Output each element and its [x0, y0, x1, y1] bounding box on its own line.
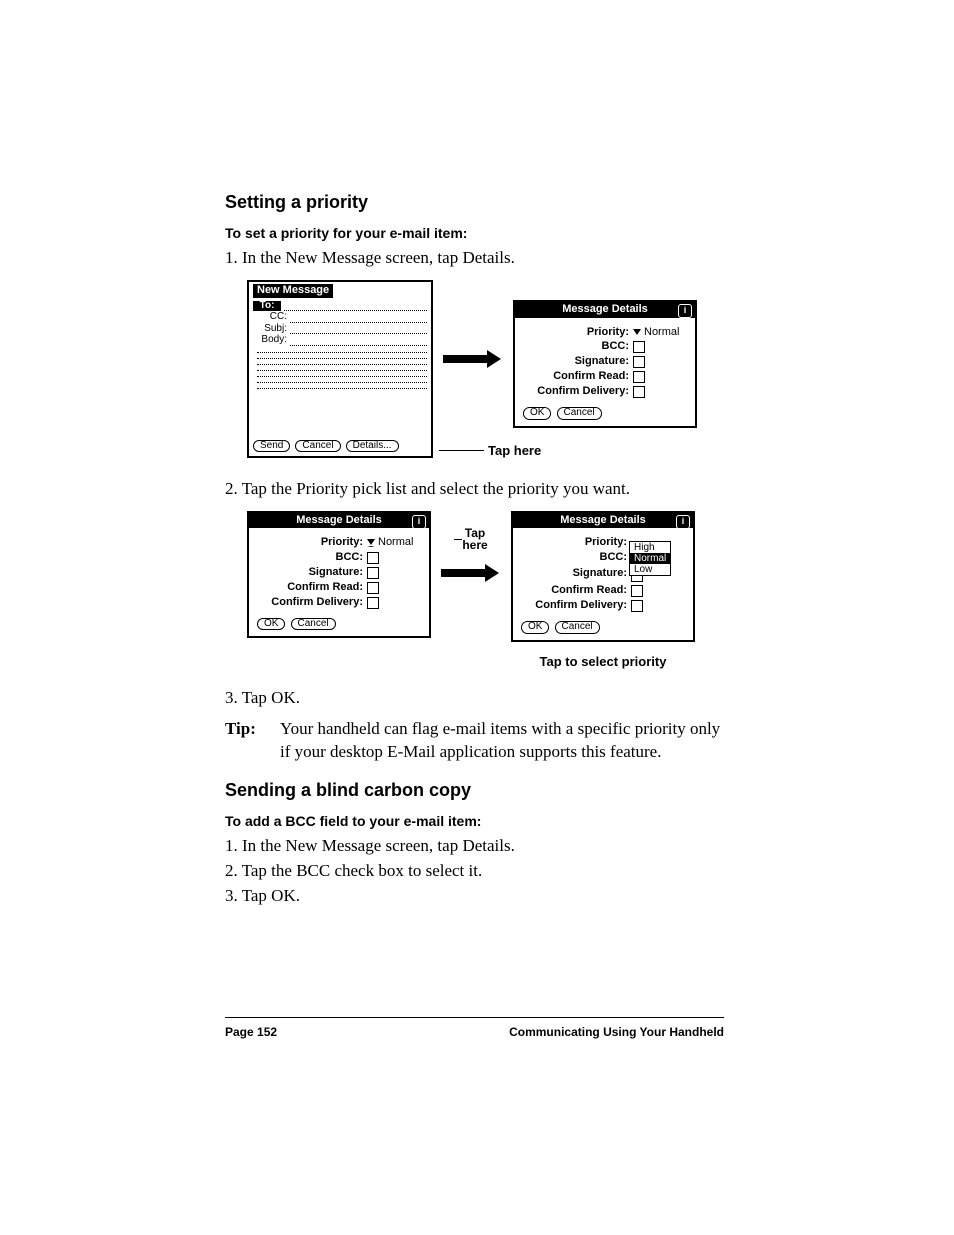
subhead-bcc: To add a BCC field to your e-mail item:: [225, 812, 724, 831]
checkbox-confirm-delivery[interactable]: [367, 597, 379, 609]
chapter-title: Communicating Using Your Handheld: [509, 1024, 724, 1040]
cancel-button-dialog[interactable]: Cancel: [557, 407, 602, 420]
priority-dropdown-open[interactable]: High Normal Low: [629, 541, 671, 576]
checkbox-signature[interactable]: [367, 567, 379, 579]
ok-button[interactable]: OK: [523, 407, 551, 420]
checkbox-confirm-delivery[interactable]: [633, 386, 645, 398]
field-label-subj: Subj:: [253, 324, 290, 335]
checkbox-signature[interactable]: [633, 356, 645, 368]
field-label-body: Body:: [253, 335, 290, 346]
checkbox-bcc[interactable]: [633, 341, 645, 353]
ok-button[interactable]: OK: [257, 618, 285, 631]
callout-tap-select: Tap to select priority: [540, 654, 667, 669]
page-number: Page 152: [225, 1024, 277, 1040]
send-button[interactable]: Send: [253, 440, 290, 453]
dropdown-icon[interactable]: [633, 329, 641, 335]
dialog-message-details-1: Message Details i Priority: Normal BCC: S…: [513, 300, 697, 428]
info-icon[interactable]: i: [678, 304, 692, 318]
screen-new-message: New Message To: CC: Subj: Body: Send Can…: [247, 280, 433, 458]
ok-button[interactable]: OK: [521, 621, 549, 634]
field-label-cc: CC:: [253, 312, 290, 323]
label-priority: Priority:: [523, 327, 633, 339]
step-2-1: 1. In the New Message screen, tap Detail…: [225, 835, 724, 858]
callout-tap-here: Tap here: [488, 442, 541, 460]
cancel-button[interactable]: Cancel: [295, 440, 340, 453]
option-high[interactable]: High: [630, 542, 670, 553]
dialog-message-details-2: Message Detailsi Priority:Normal BCC: Si…: [247, 511, 431, 639]
checkbox-confirm-read[interactable]: [367, 582, 379, 594]
heading-bcc: Sending a blind carbon copy: [225, 778, 724, 802]
checkbox-bcc[interactable]: [367, 552, 379, 564]
page: Setting a priority To set a priority for…: [0, 0, 954, 1235]
figure-1: New Message To: CC: Subj: Body: Send Can…: [247, 280, 724, 458]
heading-setting-priority: Setting a priority: [225, 190, 724, 214]
details-button[interactable]: Details...: [346, 440, 399, 453]
arrow-icon: [443, 352, 503, 366]
input-body[interactable]: [290, 336, 427, 346]
dropdown-icon[interactable]: [367, 539, 375, 547]
step-1-3: 3. Tap OK.: [225, 687, 724, 710]
label-signature: Signature:: [523, 356, 633, 368]
input-to[interactable]: [284, 301, 427, 311]
subhead-set-priority: To set a priority for your e-mail item:: [225, 224, 724, 243]
checkbox-confirm-delivery[interactable]: [631, 600, 643, 612]
label-confirm-delivery: Confirm Delivery:: [523, 386, 633, 398]
tip-label: Tip:: [225, 718, 280, 764]
callout-tap-here-2: Taphere: [462, 527, 487, 552]
input-cc[interactable]: [290, 313, 427, 323]
step-2-3: 3. Tap OK.: [225, 885, 724, 908]
checkbox-confirm-read[interactable]: [631, 585, 643, 597]
priority-value[interactable]: Normal: [644, 327, 679, 339]
field-label-to: To:: [253, 301, 281, 312]
figure-2: Message Detailsi Priority:Normal BCC: Si…: [247, 511, 724, 673]
option-low[interactable]: Low: [630, 564, 670, 575]
cancel-button-dialog[interactable]: Cancel: [291, 618, 336, 631]
checkbox-confirm-read[interactable]: [633, 371, 645, 383]
cancel-button-dialog[interactable]: Cancel: [555, 621, 600, 634]
footer: Page 152 Communicating Using Your Handhe…: [225, 1017, 724, 1040]
info-icon[interactable]: i: [676, 515, 690, 529]
step-1-1: 1. In the New Message screen, tap Detail…: [225, 247, 724, 270]
info-icon[interactable]: i: [412, 515, 426, 529]
tip: Tip: Your handheld can flag e-mail items…: [225, 718, 724, 764]
dialog-message-details-3: Message Detailsi Priority: High Normal L…: [511, 511, 695, 642]
new-message-title: New Message: [253, 284, 333, 298]
label-bcc: BCC:: [523, 341, 633, 353]
option-normal[interactable]: Normal: [630, 553, 670, 564]
tip-body: Your handheld can flag e-mail items with…: [280, 718, 724, 764]
input-subj[interactable]: [290, 324, 427, 334]
callout-line: [439, 450, 484, 451]
priority-value[interactable]: Normal: [378, 537, 413, 549]
step-2-2: 2. Tap the BCC check box to select it.: [225, 860, 724, 883]
arrow-icon: [441, 566, 501, 580]
dialog-title: Message Details i: [515, 302, 695, 318]
label-confirm-read: Confirm Read:: [523, 371, 633, 383]
step-1-2: 2. Tap the Priority pick list and select…: [225, 478, 724, 501]
